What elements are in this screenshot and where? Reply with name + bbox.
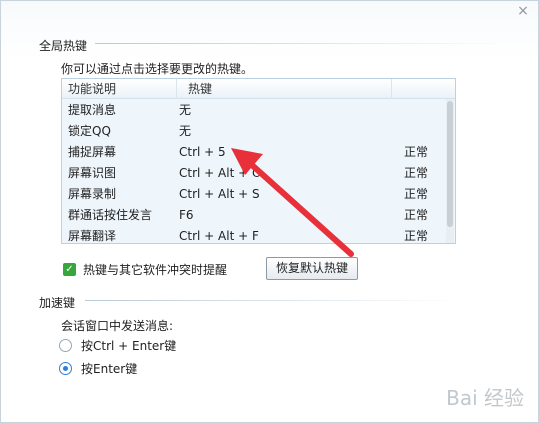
row-hotkey: F6	[179, 207, 194, 222]
column-header-status[interactable]	[392, 79, 455, 99]
watermark-logo: Bai 经验	[446, 385, 524, 410]
table-scrollbar[interactable]	[446, 99, 454, 243]
row-function: 锁定QQ	[68, 124, 111, 138]
table-row[interactable]: 屏幕录制 Ctrl + Alt + S 正常	[62, 183, 455, 204]
settings-window: × 全局热键 你可以通过点击选择要更改的热键。 功能说明 热键 提取消息 无 锁…	[0, 0, 539, 423]
scrollbar-thumb[interactable]	[447, 101, 453, 227]
radio-ctrl-enter-label: 按Ctrl + Enter键	[81, 339, 177, 353]
table-row[interactable]: 捕捉屏幕 Ctrl + 5 正常	[62, 141, 455, 162]
global-hotkeys-title: 全局热键	[39, 39, 88, 53]
row-function: 捕捉屏幕	[68, 145, 117, 159]
table-header: 功能说明 热键	[62, 79, 455, 99]
section-divider	[85, 300, 465, 301]
close-icon[interactable]: ×	[516, 3, 530, 19]
table-row[interactable]: 群通话按住发言 F6 正常	[62, 204, 455, 225]
accelerator-title: 加速键	[39, 296, 76, 310]
row-hotkey: Ctrl + Alt + O	[179, 165, 262, 180]
row-hotkey: 无	[179, 103, 192, 117]
radio-enter-button[interactable]	[59, 362, 72, 375]
table-row[interactable]: 锁定QQ 无	[62, 120, 455, 141]
table-row[interactable]: 屏幕识图 Ctrl + Alt + O 正常	[62, 162, 455, 183]
radio-ctrl-enter[interactable]: 按Ctrl + Enter键	[59, 337, 176, 354]
conflict-warning-checkbox[interactable]: ✓	[63, 263, 76, 276]
row-hotkey: Ctrl + Alt + S	[179, 186, 260, 201]
row-function: 屏幕翻译	[68, 229, 117, 243]
table-row[interactable]: 屏幕翻译 Ctrl + Alt + F 正常	[62, 225, 455, 244]
radio-ctrl-enter-button[interactable]	[59, 339, 72, 352]
restore-default-hotkeys-button[interactable]: 恢复默认热键	[266, 257, 358, 280]
radio-enter[interactable]: 按Enter键	[59, 360, 137, 377]
hotkey-table: 功能说明 热键 提取消息 无 锁定QQ 无 捕捉屏幕 Ctrl + 5 正常 屏…	[61, 78, 456, 244]
row-hotkey: Ctrl + 5	[179, 144, 226, 159]
section-divider	[95, 43, 515, 44]
row-hotkey: 无	[179, 124, 192, 138]
row-hotkey: Ctrl + Alt + F	[179, 228, 259, 243]
row-function: 屏幕识图	[68, 166, 117, 180]
send-message-label: 会话窗口中发送消息:	[61, 319, 174, 333]
column-header-hotkey[interactable]: 热键	[177, 79, 392, 99]
radio-enter-label: 按Enter键	[81, 362, 138, 376]
conflict-warning-option[interactable]: ✓ 热键与其它软件冲突时提醒	[63, 261, 227, 278]
column-header-function[interactable]: 功能说明	[62, 79, 177, 99]
row-function: 屏幕录制	[68, 187, 117, 201]
conflict-warning-label: 热键与其它软件冲突时提醒	[83, 263, 228, 277]
table-body: 提取消息 无 锁定QQ 无 捕捉屏幕 Ctrl + 5 正常 屏幕识图 Ctrl…	[62, 99, 455, 244]
hotkey-hint: 你可以通过点击选择要更改的热键。	[61, 62, 254, 76]
row-function: 提取消息	[68, 103, 117, 117]
row-function: 群通话按住发言	[68, 208, 153, 222]
table-row[interactable]: 提取消息 无	[62, 99, 455, 120]
